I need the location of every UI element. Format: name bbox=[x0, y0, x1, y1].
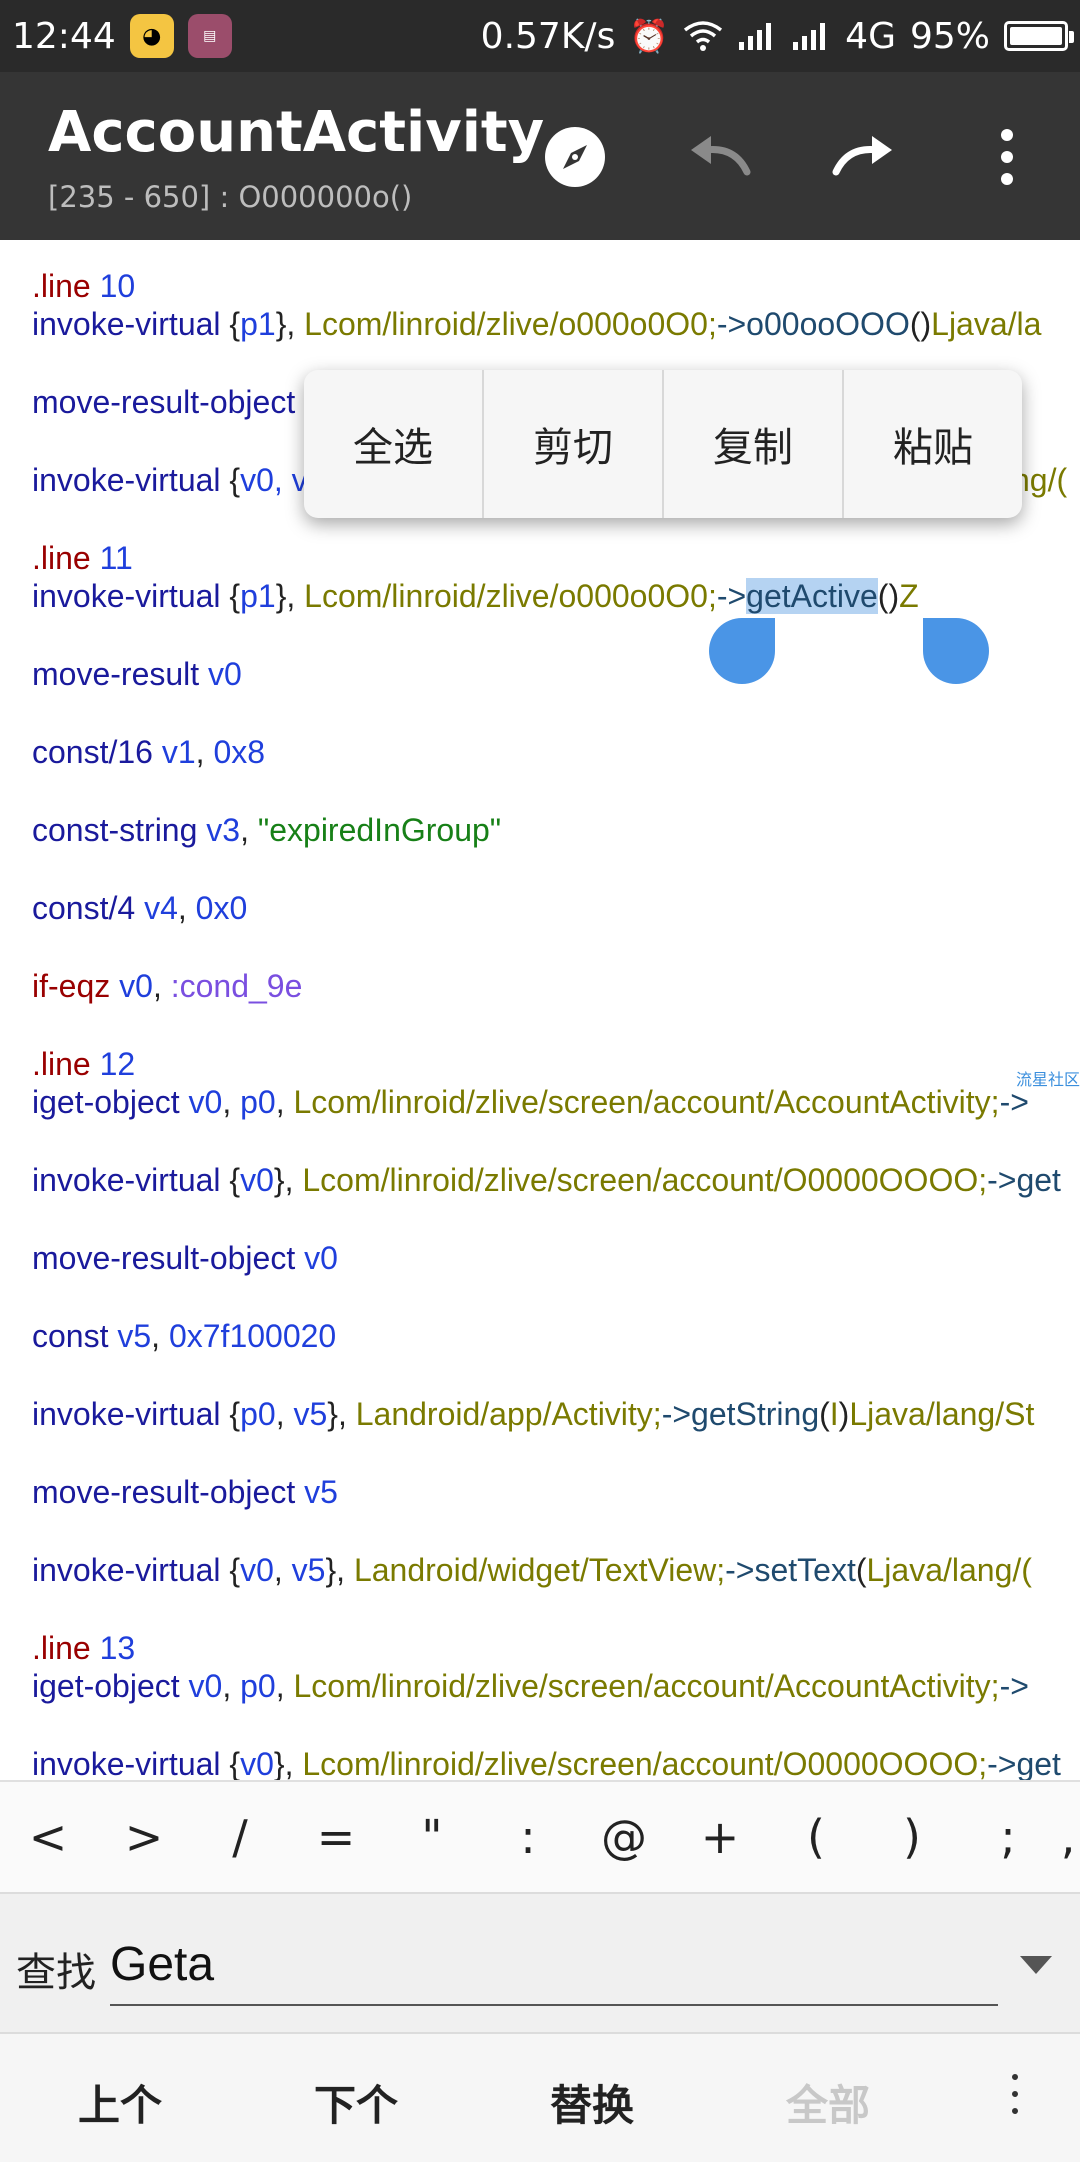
code-line: const/4 v4, 0x0 bbox=[32, 890, 248, 926]
code-line: invoke-virtual {p0, v5}, Landroid/app/Ac… bbox=[32, 1396, 1035, 1432]
symbol-key[interactable]: = bbox=[288, 1810, 384, 1864]
selection-handle-end[interactable] bbox=[923, 618, 989, 684]
symbol-key[interactable]: / bbox=[192, 1810, 288, 1864]
qq-icon: ◕ bbox=[129, 14, 174, 58]
code-line: move-result-object v5 bbox=[32, 1474, 338, 1510]
watermark: 流星社区 bbox=[1015, 1070, 1080, 1089]
overflow-menu-button[interactable] bbox=[962, 112, 1052, 202]
symbol-key[interactable]: : bbox=[480, 1810, 576, 1864]
battery-icon bbox=[1004, 21, 1074, 51]
code-line: const-string v3, "expiredInGroup" bbox=[32, 812, 502, 848]
compass-icon bbox=[545, 127, 605, 187]
paste-button[interactable]: 粘贴 bbox=[844, 370, 1022, 518]
alarm-icon: ⏰ bbox=[629, 17, 670, 55]
select-all-button[interactable]: 全选 bbox=[304, 370, 484, 518]
selection-handle-start[interactable] bbox=[709, 618, 775, 684]
symbol-key[interactable]: " bbox=[384, 1810, 480, 1864]
network-type: 4G bbox=[845, 15, 896, 57]
code-line: invoke-virtual {v0, v5}, Landroid/widget… bbox=[32, 1552, 1032, 1588]
battery-percent: 95% bbox=[909, 15, 990, 57]
find-bar: 查找 bbox=[0, 1892, 1080, 2034]
symbol-key[interactable]: < bbox=[0, 1810, 96, 1864]
symbol-key[interactable]: ; bbox=[960, 1810, 1056, 1864]
status-bar: 12:44 ◕ ▤ 0.57K/s ⏰ 4G 95% bbox=[0, 0, 1080, 72]
code-line: .line 10 bbox=[32, 268, 136, 304]
code-line: if-eqz v0, :cond_9e bbox=[32, 968, 303, 1004]
undo-button[interactable] bbox=[675, 112, 765, 202]
code-line: invoke-virtual {p1}, Lcom/linroid/zlive/… bbox=[32, 306, 1042, 342]
redo-icon bbox=[832, 136, 892, 176]
signal-icon bbox=[739, 23, 772, 50]
find-next-button[interactable]: 下个 bbox=[314, 2072, 398, 2133]
code-line: iget-object v0, p0, Lcom/linroid/zlive/s… bbox=[32, 1084, 1029, 1120]
selected-text: getActive bbox=[746, 578, 878, 614]
calendar-icon: ▤ bbox=[187, 14, 232, 58]
symbol-key[interactable]: ( bbox=[768, 1810, 864, 1864]
find-input[interactable] bbox=[110, 1924, 998, 2006]
replace-button[interactable]: 替换 bbox=[550, 2072, 634, 2133]
find-previous-button[interactable]: 上个 bbox=[78, 2072, 162, 2133]
wifi-icon bbox=[684, 21, 723, 51]
method-range-subtitle: [235 - 650] : O000000o() bbox=[48, 180, 413, 214]
code-line: invoke-virtual {p1}, Lcom/linroid/zlive/… bbox=[32, 578, 919, 614]
cut-button[interactable]: 剪切 bbox=[484, 370, 664, 518]
undo-icon bbox=[691, 136, 751, 176]
status-time: 12:44 bbox=[12, 15, 116, 57]
code-line: move-result v0 bbox=[32, 656, 242, 692]
code-line: invoke-virtual {v0, v bbox=[32, 462, 308, 498]
find-label: 查找 bbox=[16, 1950, 96, 1996]
more-vert-icon bbox=[1001, 129, 1013, 185]
code-line: .line 13 bbox=[32, 1630, 136, 1666]
redo-button[interactable] bbox=[818, 112, 908, 202]
symbol-bar: < > / = " : @ + ( ) ; , bbox=[0, 1780, 1080, 1892]
signal-icon-2 bbox=[793, 23, 826, 50]
code-line: move-result-object bbox=[32, 384, 296, 420]
code-line: invoke-virtual {v0}, Lcom/linroid/zlive/… bbox=[32, 1162, 1061, 1198]
find-actions-bar: 上个 下个 替换 全部 bbox=[0, 2032, 1080, 2162]
find-options-dropdown-icon[interactable] bbox=[1020, 1956, 1052, 1974]
symbol-key[interactable]: , bbox=[1056, 1810, 1080, 1864]
net-speed: 0.57K/s bbox=[480, 15, 616, 57]
code-line: const/16 v1, 0x8 bbox=[32, 734, 266, 770]
symbol-key[interactable]: ) bbox=[864, 1810, 960, 1864]
copy-button[interactable]: 复制 bbox=[664, 370, 844, 518]
app-bar: AccountActivity [235 - 650] : O000000o() bbox=[0, 72, 1080, 240]
code-line: const v5, 0x7f100020 bbox=[32, 1318, 337, 1354]
symbol-key[interactable]: > bbox=[96, 1810, 192, 1864]
code-line: .line 11 bbox=[32, 540, 133, 576]
code-line: move-result-object v0 bbox=[32, 1240, 338, 1276]
code-line: iget-object v0, p0, Lcom/linroid/zlive/s… bbox=[32, 1668, 1029, 1704]
code-line: invoke-virtual {v0}, Lcom/linroid/zlive/… bbox=[32, 1746, 1061, 1780]
navigate-button[interactable] bbox=[530, 112, 620, 202]
symbol-key[interactable]: @ bbox=[576, 1810, 672, 1864]
replace-all-button[interactable]: 全部 bbox=[786, 2072, 870, 2133]
page-title: AccountActivity bbox=[48, 100, 545, 165]
more-vert-icon[interactable] bbox=[1000, 2064, 1030, 2124]
symbol-key[interactable]: + bbox=[672, 1810, 768, 1864]
text-selection-menu: 全选 剪切 复制 粘贴 bbox=[304, 370, 1022, 518]
code-line: .line 12 bbox=[32, 1046, 136, 1082]
